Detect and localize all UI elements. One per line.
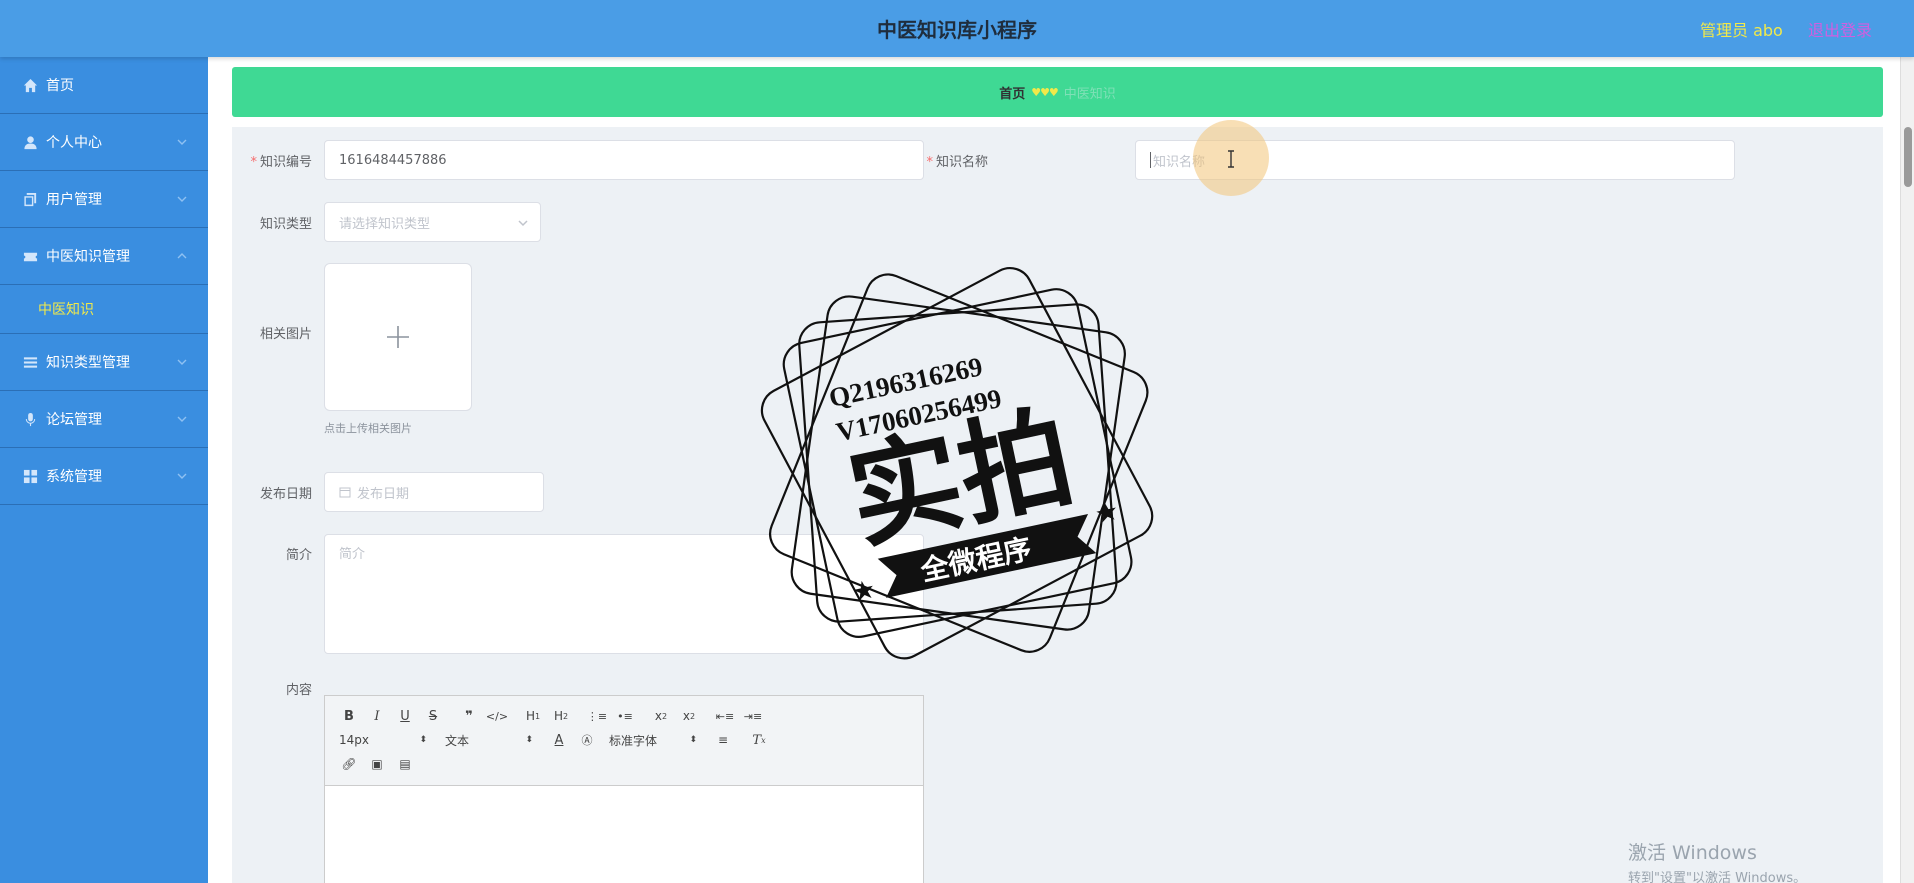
- sidebar-item-personal-center[interactable]: 个人中心: [0, 114, 208, 171]
- ordered-list-icon[interactable]: ⋮≡: [583, 705, 611, 727]
- chevron-down-icon: [176, 193, 188, 205]
- admin-username: 管理员 abo: [1700, 21, 1783, 40]
- code-icon[interactable]: </>: [483, 705, 511, 727]
- windows-activation-subtitle: 转到"设置"以激活 Windows。: [1628, 871, 1807, 883]
- chevron-down-icon: [176, 413, 188, 425]
- date-picker[interactable]: 发布日期: [324, 472, 544, 512]
- background-color-icon[interactable]: Ⓐ: [573, 729, 601, 751]
- code-label: * 知识编号: [250, 155, 312, 170]
- sidebar-item-label: 知识类型管理: [46, 355, 130, 371]
- list-icon: [22, 354, 38, 370]
- sidebar-item-label: 系统管理: [46, 469, 102, 485]
- sidebar-item-label: 首页: [46, 78, 74, 94]
- sidebar-item-system-management[interactable]: 系统管理: [0, 448, 208, 505]
- sidebar-item-forum-management[interactable]: 论坛管理: [0, 391, 208, 448]
- logout-link[interactable]: 退出登录: [1808, 17, 1872, 41]
- windows-activation-notice: 激活 Windows 转到"设置"以激活 Windows。: [1628, 838, 1806, 883]
- date-label: 发布日期: [259, 487, 312, 502]
- image-upload-button[interactable]: [324, 263, 472, 411]
- home-icon: [22, 77, 38, 93]
- font-family-select[interactable]: 标准字体 ⬍: [605, 729, 701, 751]
- chevron-down-icon: [176, 136, 188, 148]
- chevron-down-icon: [518, 217, 528, 227]
- svg-text:★: ★: [849, 574, 878, 608]
- heading-select[interactable]: 文本 ⬍: [441, 729, 537, 751]
- strikethrough-icon[interactable]: S: [419, 705, 447, 727]
- svg-text:★: ★: [1092, 496, 1121, 530]
- sidebar-item-label: 个人中心: [46, 135, 102, 151]
- indent-icon[interactable]: ⇥≡: [739, 705, 767, 727]
- code-field[interactable]: 1616484457886: [324, 140, 924, 180]
- calendar-icon: [339, 486, 351, 498]
- bullet-list-icon[interactable]: •≡: [611, 705, 639, 727]
- mic-icon: [22, 411, 38, 427]
- sidebar: 首页 个人中心 用户管理 中医知识管理 中医知识 知识类型管理 论坛管理 系统管…: [0, 57, 208, 883]
- watermark-stamp: Q2196316269 V17060256499 实拍 全微程序 ★ ★: [750, 255, 1166, 675]
- video-icon[interactable]: ▤: [391, 753, 419, 775]
- sidebar-subitem-tcm-knowledge[interactable]: 中医知识: [0, 285, 208, 334]
- type-select[interactable]: 请选择知识类型: [324, 202, 541, 242]
- rich-text-editor[interactable]: B I U S ❞ </> H1 H2 ⋮≡ •≡ x2 x2 ⇤≡ ⇥≡ 14…: [324, 695, 924, 883]
- windows-activation-title: 激活 Windows: [1628, 842, 1757, 864]
- intro-label: 简介: [285, 548, 312, 563]
- sidebar-item-knowledge-type-management[interactable]: 知识类型管理: [0, 334, 208, 391]
- sidebar-item-tcm-knowledge-management[interactable]: 中医知识管理: [0, 228, 208, 285]
- sidebar-item-label: 论坛管理: [46, 412, 102, 428]
- clear-format-icon[interactable]: Tx: [745, 729, 773, 751]
- page-scrollbar[interactable]: [1900, 57, 1914, 883]
- align-icon[interactable]: ≡: [709, 729, 737, 751]
- sidebar-item-label: 用户管理: [46, 192, 102, 208]
- sidebar-item-user-management[interactable]: 用户管理: [0, 171, 208, 228]
- chevron-down-icon: [176, 470, 188, 482]
- superscript-icon[interactable]: x2: [675, 705, 703, 727]
- link-icon[interactable]: 🔗︎: [335, 753, 363, 775]
- chevron-down-icon: [176, 356, 188, 368]
- scrollbar-thumb[interactable]: [1904, 127, 1912, 187]
- heading2-icon[interactable]: H2: [547, 705, 575, 727]
- editor-toolbar: B I U S ❞ </> H1 H2 ⋮≡ •≡ x2 x2 ⇤≡ ⇥≡ 14…: [325, 696, 923, 786]
- copy-icon: [22, 191, 38, 207]
- ticket-icon: [22, 248, 38, 264]
- outdent-icon[interactable]: ⇤≡: [711, 705, 739, 727]
- content-label: 内容: [285, 683, 312, 698]
- person-icon: [22, 134, 38, 150]
- app-header: 中医知识库小程序 管理员 abo 退出登录: [0, 0, 1914, 57]
- blockquote-icon[interactable]: ❞: [455, 705, 483, 727]
- bold-icon[interactable]: B: [335, 705, 363, 727]
- image-label: 相关图片: [259, 327, 312, 342]
- sidebar-subitem-label: 中医知识: [38, 302, 94, 318]
- sidebar-item-label: 中医知识管理: [46, 249, 130, 265]
- plus-icon: [387, 326, 409, 348]
- sidebar-item-home[interactable]: 首页: [0, 57, 208, 114]
- text-cursor-icon: [1226, 150, 1236, 168]
- italic-icon[interactable]: I: [363, 705, 391, 727]
- chevron-up-icon: [176, 250, 188, 262]
- breadcrumb-current: 中医知识: [1063, 86, 1116, 102]
- grid-icon: [22, 468, 38, 484]
- image-upload-tip: 点击上传相关图片: [324, 422, 412, 435]
- font-color-icon[interactable]: A: [545, 729, 573, 751]
- type-label: 知识类型: [259, 217, 312, 232]
- name-label: * 知识名称: [926, 155, 988, 170]
- breadcrumb-home[interactable]: 首页: [999, 83, 1025, 102]
- breadcrumb-separator: ♥♥♥: [1031, 85, 1059, 99]
- heading1-icon[interactable]: H1: [519, 705, 547, 727]
- subscript-icon[interactable]: x2: [647, 705, 675, 727]
- underline-icon[interactable]: U: [391, 705, 419, 727]
- breadcrumb: 首页 ♥♥♥ 中医知识: [232, 67, 1883, 117]
- image-icon[interactable]: ▣: [363, 753, 391, 775]
- app-title: 中医知识库小程序: [877, 18, 1037, 42]
- font-size-select[interactable]: 14px ⬍: [335, 729, 431, 751]
